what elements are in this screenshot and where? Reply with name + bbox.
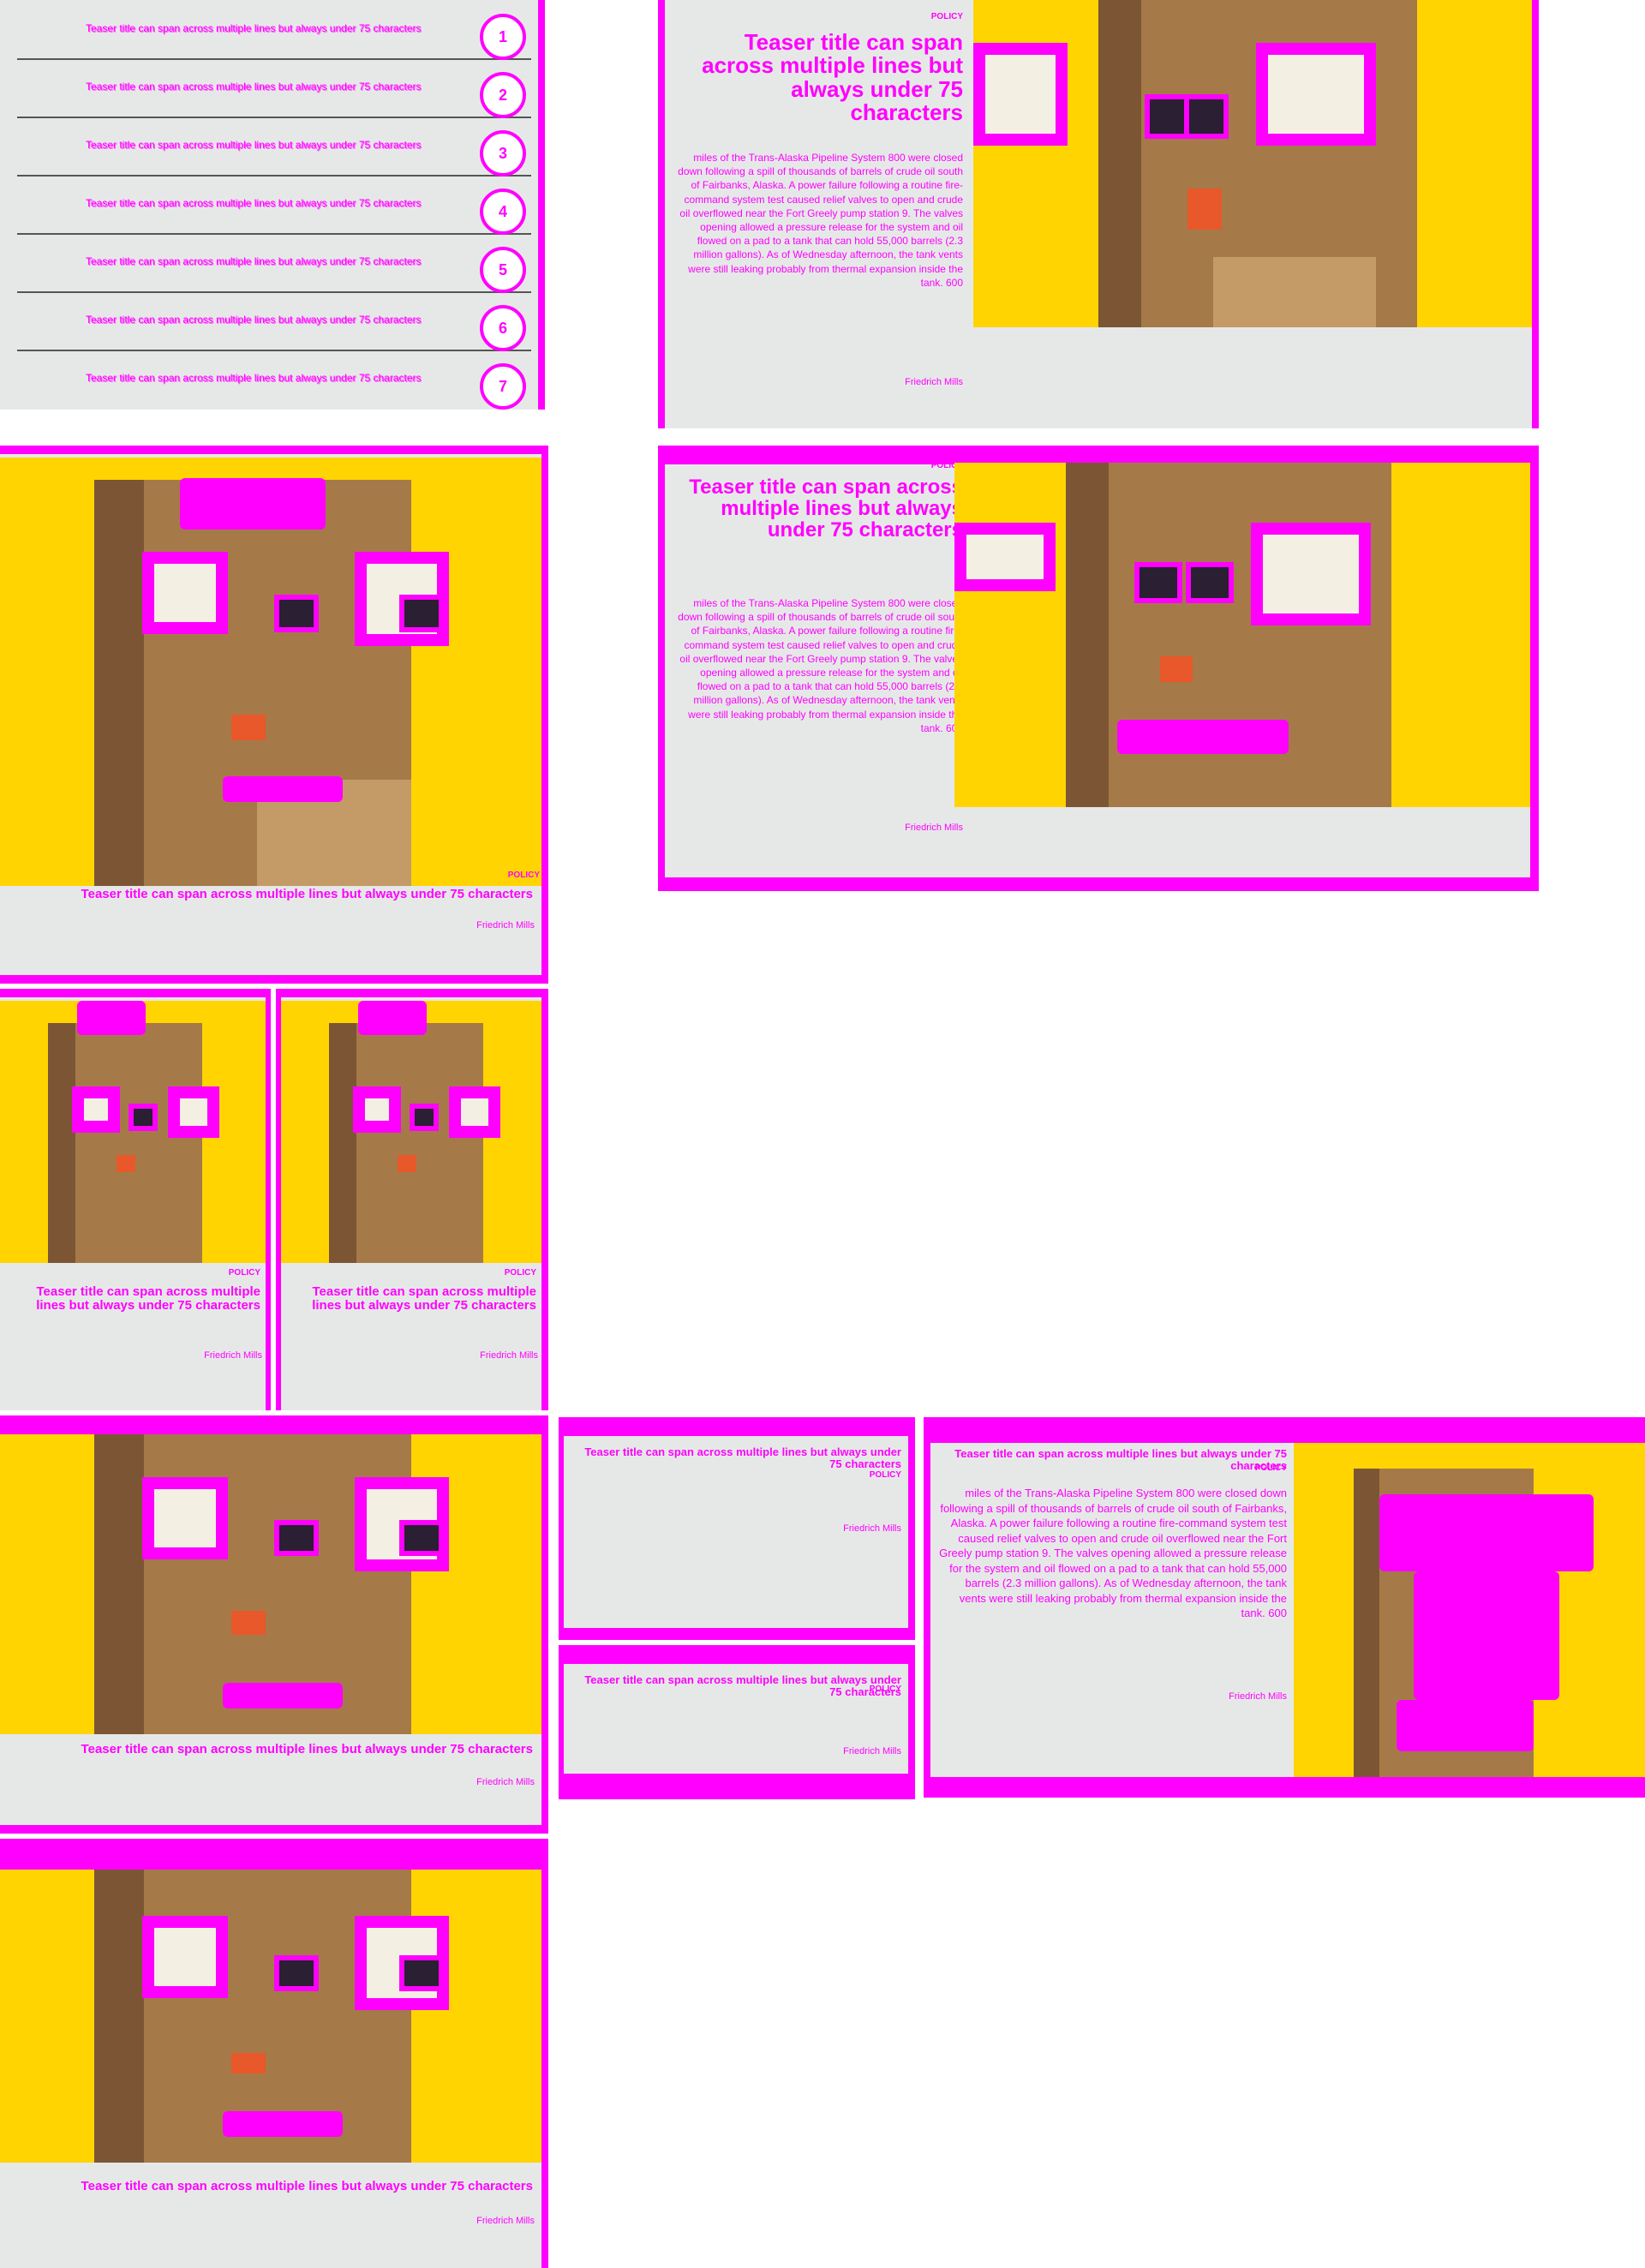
list-item-number: 7 <box>480 363 526 410</box>
list-item-number: 3 <box>480 130 526 177</box>
card-image <box>0 1001 266 1263</box>
card-top-border <box>0 989 271 997</box>
text-card-2[interactable]: Teaser title can span across multiple li… <box>559 1645 915 1799</box>
list-item-title: Teaser title can span across multiple li… <box>86 139 422 151</box>
numbered-list-panel: Teaser title can span across multiple li… <box>0 0 545 410</box>
list-right-border <box>538 0 545 410</box>
text-card-1[interactable]: Teaser title can span across multiple li… <box>559 1417 915 1640</box>
card-left-border <box>658 446 665 891</box>
list-item-number: 2 <box>480 72 526 118</box>
card-author: Friedrich Mills <box>476 920 535 931</box>
card-title[interactable]: Teaser title can span across multiple li… <box>692 30 963 124</box>
card-body: miles of the Trans-Alaska Pipeline Syste… <box>678 597 963 734</box>
list-item-title: Teaser title can span across multiple li… <box>86 372 422 384</box>
list-item-title: Teaser title can span across multiple li… <box>86 22 422 34</box>
card-body: miles of the Trans-Alaska Pipeline Syste… <box>678 152 963 289</box>
card-title[interactable]: Teaser title can span across multiple li… <box>689 476 963 542</box>
card-kicker: POLICY <box>930 461 963 470</box>
card-image <box>1294 1443 1645 1777</box>
list-item[interactable]: Teaser title can span across multiple li… <box>17 238 531 293</box>
card-top-border <box>0 446 548 454</box>
card-top-border <box>559 1417 915 1436</box>
card-right-border <box>541 446 548 984</box>
list-item-title: Teaser title can span across multiple li… <box>86 314 422 326</box>
list-item[interactable]: Teaser title can span across multiple li… <box>17 296 531 351</box>
small-card-1[interactable]: POLICY Teaser title can span across mult… <box>0 989 271 1410</box>
card-author: Friedrich Mills <box>905 823 963 833</box>
card-author: Friedrich Mills <box>480 1350 538 1361</box>
card-body: miles of the Trans-Alaska Pipeline Syste… <box>939 1487 1287 1620</box>
card-image <box>0 1434 541 1734</box>
card-right-border <box>1530 446 1539 891</box>
list-item[interactable]: Teaser title can span across multiple li… <box>17 122 531 177</box>
feature-card-wide[interactable]: Teaser title can span across multiple li… <box>924 1417 1645 1798</box>
feature-card-left-a[interactable]: POLICY Teaser title can span across mult… <box>0 446 548 984</box>
card-kicker: POLICY <box>869 1685 901 1694</box>
card-title[interactable]: Teaser title can span across multiple li… <box>9 888 533 901</box>
card-bottom-border <box>0 975 548 984</box>
list-item-number: 1 <box>480 14 526 60</box>
card-right-border <box>266 989 271 1410</box>
card-top-border <box>924 1417 1645 1443</box>
list-item-number: 4 <box>480 189 526 235</box>
card-title[interactable]: Teaser title can span across multiple li… <box>9 1285 260 1313</box>
card-kicker: POLICY <box>504 1268 536 1278</box>
card-right-border <box>541 1415 548 1834</box>
card-top-border <box>276 989 548 997</box>
card-image <box>954 463 1530 807</box>
card-bottom-border <box>924 1777 1645 1798</box>
card-author: Friedrich Mills <box>204 1350 262 1361</box>
list-item-number: 6 <box>480 305 526 351</box>
card-top-border <box>559 1645 915 1664</box>
card-author: Friedrich Mills <box>476 1777 535 1787</box>
list-item-title: Teaser title can span across multiple li… <box>86 197 422 209</box>
card-title[interactable]: Teaser title can span across multiple li… <box>9 1743 533 1756</box>
card-author: Friedrich Mills <box>843 1746 901 1756</box>
card-left-border <box>658 0 665 428</box>
card-kicker: POLICY <box>228 1268 260 1278</box>
card-bottom-border <box>559 1628 915 1640</box>
feature-card-left-c[interactable]: Teaser title can span across multiple li… <box>0 1839 548 2268</box>
small-card-2[interactable]: POLICY Teaser title can span across mult… <box>276 989 548 1410</box>
list-item[interactable]: Teaser title can span across multiple li… <box>17 63 531 118</box>
card-title[interactable]: Teaser title can span across multiple li… <box>9 2180 533 2193</box>
card-left-border <box>559 1417 564 1640</box>
card-image <box>0 458 541 886</box>
list-item-title: Teaser title can span across multiple li… <box>86 255 422 267</box>
card-right-border <box>908 1417 915 1640</box>
card-image <box>0 1870 541 2163</box>
card-kicker: POLICY <box>1254 1463 1287 1473</box>
list-item-number: 5 <box>480 247 526 293</box>
feature-card-top[interactable]: POLICY Teaser title can span across mult… <box>658 0 1539 428</box>
card-image <box>281 1001 541 1263</box>
card-kicker: POLICY <box>869 1470 901 1480</box>
card-bottom-border <box>0 1825 548 1834</box>
card-image <box>973 0 1532 327</box>
card-author: Friedrich Mills <box>1229 1691 1287 1702</box>
list-item[interactable]: Teaser title can span across multiple li… <box>17 180 531 235</box>
card-right-border <box>541 989 548 1410</box>
card-right-border <box>1532 0 1539 428</box>
feature-card-right-b[interactable]: POLICY Teaser title can span across mult… <box>658 446 1539 891</box>
card-kicker: POLICY <box>507 871 540 880</box>
card-top-border <box>0 1839 548 1870</box>
card-title[interactable]: Teaser title can span across multiple li… <box>576 1446 901 1469</box>
list-item[interactable]: Teaser title can span across multiple li… <box>17 5 531 60</box>
list-item-title: Teaser title can span across multiple li… <box>86 81 422 93</box>
card-title[interactable]: Teaser title can span across multiple li… <box>284 1285 536 1313</box>
card-bottom-border <box>658 877 1539 891</box>
card-kicker: POLICY <box>930 12 963 21</box>
feature-card-left-b[interactable]: Teaser title can span across multiple li… <box>0 1415 548 1834</box>
card-author: Friedrich Mills <box>476 2216 535 2226</box>
card-author: Friedrich Mills <box>905 377 963 387</box>
card-top-border <box>0 1415 548 1434</box>
card-bottom-border <box>559 1774 915 1799</box>
card-left-border <box>924 1417 930 1798</box>
card-author: Friedrich Mills <box>843 1523 901 1534</box>
list-item[interactable]: Teaser title can span across multiple li… <box>17 355 531 410</box>
card-right-border <box>541 1839 548 2268</box>
